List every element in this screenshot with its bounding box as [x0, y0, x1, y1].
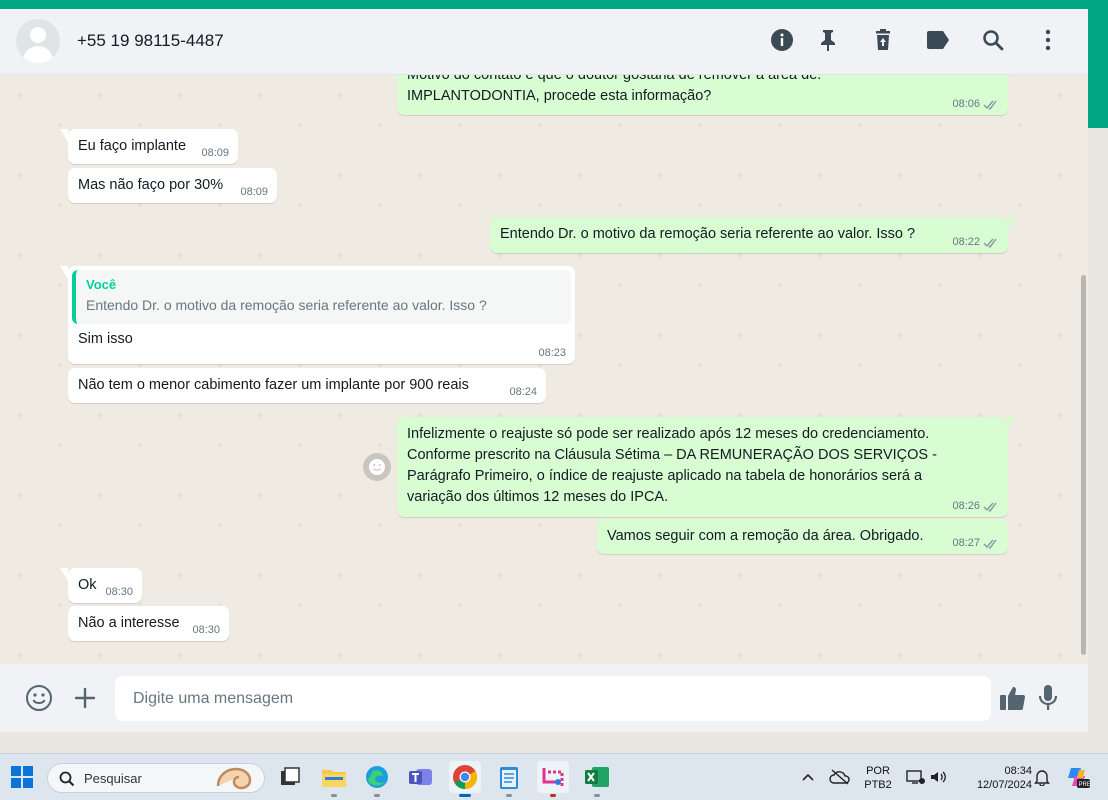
volume-icon[interactable]	[922, 761, 954, 793]
message-incoming[interactable]: Não tem o menor cabimento fazer um impla…	[68, 368, 546, 403]
message-time: 08:30	[192, 624, 220, 636]
windows-taskbar: Pesquisar POR PTB2 08:34 12/07/2024 PRE	[0, 753, 1108, 800]
thumbs-up-icon[interactable]	[997, 682, 1029, 714]
message-text: Entendo Dr. o motivo da remoção seria re…	[500, 226, 916, 242]
attach-plus-icon[interactable]	[70, 683, 100, 713]
input-language[interactable]: POR PTB2	[860, 764, 896, 792]
notepad-icon[interactable]	[493, 761, 525, 797]
message-text: variação dos últimos 12 meses do IPCA.	[407, 489, 669, 505]
message-text: Mas não faço por 30%	[78, 177, 224, 193]
chat-scrollbar[interactable]	[1081, 275, 1086, 655]
file-explorer-icon[interactable]	[318, 761, 350, 797]
task-view-icon[interactable]	[274, 761, 306, 793]
message-time: 08:22	[952, 236, 999, 248]
delete-icon[interactable]	[869, 26, 897, 54]
quoted-message[interactable]: Você Entendo Dr. o motivo da remoção ser…	[72, 270, 571, 324]
pin-icon[interactable]	[814, 26, 842, 54]
contact-name[interactable]: +55 19 98115-4487	[77, 31, 224, 51]
read-ticks-icon	[983, 100, 997, 110]
message-time: 08:30	[105, 586, 133, 598]
message-incoming[interactable]: Ok 08:30	[60, 568, 142, 603]
svg-text:PRE: PRE	[1079, 782, 1091, 788]
taskbar-search-label: Pesquisar	[84, 771, 142, 786]
seashell-icon	[216, 767, 252, 790]
message-time: 08:24	[509, 386, 537, 398]
message-incoming[interactable]: Não a interesse 08:30	[68, 606, 229, 641]
message-text: IMPLANTODONTIA, procede esta informação?	[407, 88, 712, 104]
chevron-up-icon[interactable]	[792, 761, 824, 793]
message-input[interactable]	[115, 676, 991, 721]
message-text: Não tem o menor cabimento fazer um impla…	[78, 377, 469, 393]
message-text: Não a interesse	[78, 615, 180, 631]
message-text: Infelizmente o reajuste só pode ser real…	[407, 426, 930, 442]
chat-messages[interactable]: Motivo do contato e que o doutor gostari…	[0, 75, 1088, 664]
message-incoming-reply[interactable]: Você Entendo Dr. o motivo da remoção ser…	[60, 266, 575, 364]
message-text: Conforme prescrito na Cláusula Sétima – …	[407, 447, 937, 463]
message-text: Parágrafo Primeiro, o índice de reajuste…	[407, 468, 923, 484]
quote-author: Você	[86, 277, 117, 292]
read-ticks-icon	[983, 502, 997, 512]
message-time: 08:09	[240, 186, 268, 198]
copilot-icon[interactable]: PRE	[1062, 761, 1094, 793]
message-text: Motivo do contato e que o doutor gostari…	[407, 75, 822, 83]
notification-bell-icon[interactable]	[1026, 761, 1058, 793]
label-icon[interactable]	[924, 26, 952, 54]
message-composer	[0, 664, 1088, 732]
read-ticks-icon	[983, 539, 997, 549]
app-side-accent	[1088, 9, 1108, 128]
snipping-tool-icon[interactable]	[537, 761, 569, 797]
menu-icon[interactable]	[1034, 26, 1062, 54]
chat-header: +55 19 98115-4487	[0, 9, 1088, 75]
edge-browser-icon[interactable]	[361, 761, 393, 797]
quote-text: Entendo Dr. o motivo da remoção seria re…	[86, 297, 487, 313]
message-text: Sim isso	[78, 331, 133, 347]
system-clock[interactable]: 08:34 12/07/2024	[958, 764, 1032, 792]
message-incoming[interactable]: Mas não faço por 30% 08:09	[68, 168, 277, 203]
message-outgoing[interactable]: Motivo do contato e que o doutor gostari…	[397, 75, 1008, 115]
message-outgoing[interactable]: Infelizmente o reajuste só pode ser real…	[397, 417, 1016, 517]
window-bottom-gap	[0, 732, 1108, 753]
start-windows-icon[interactable]	[6, 761, 38, 793]
emoji-icon[interactable]	[24, 683, 54, 713]
excel-icon[interactable]	[581, 761, 613, 797]
message-time: 08:09	[201, 147, 229, 159]
taskbar-search[interactable]: Pesquisar	[47, 763, 265, 793]
message-time: 08:06	[952, 98, 999, 110]
teams-icon[interactable]	[405, 761, 437, 793]
microphone-icon[interactable]	[1034, 682, 1062, 714]
message-outgoing[interactable]: Entendo Dr. o motivo da remoção seria re…	[490, 217, 1016, 253]
info-icon[interactable]	[768, 26, 796, 54]
message-outgoing[interactable]: Vamos seguir com a remoção da área. Obri…	[597, 519, 1008, 554]
read-ticks-icon	[983, 238, 997, 248]
message-text: Ok	[78, 577, 97, 593]
reaction-emoji-icon[interactable]	[363, 453, 391, 481]
search-icon[interactable]	[979, 26, 1007, 54]
message-time: 08:26	[952, 500, 999, 512]
message-time: 08:23	[538, 347, 566, 359]
chrome-browser-icon[interactable]	[449, 761, 481, 797]
contact-avatar[interactable]	[16, 19, 60, 63]
message-time: 08:27	[952, 537, 999, 549]
message-incoming[interactable]: Eu faço implante 08:09	[60, 129, 238, 164]
search-icon	[59, 771, 75, 787]
app-top-accent	[0, 0, 1108, 9]
cloud-offline-icon[interactable]	[824, 761, 856, 793]
message-text: Eu faço implante	[78, 138, 187, 154]
message-text: Vamos seguir com a remoção da área. Obri…	[607, 528, 924, 544]
